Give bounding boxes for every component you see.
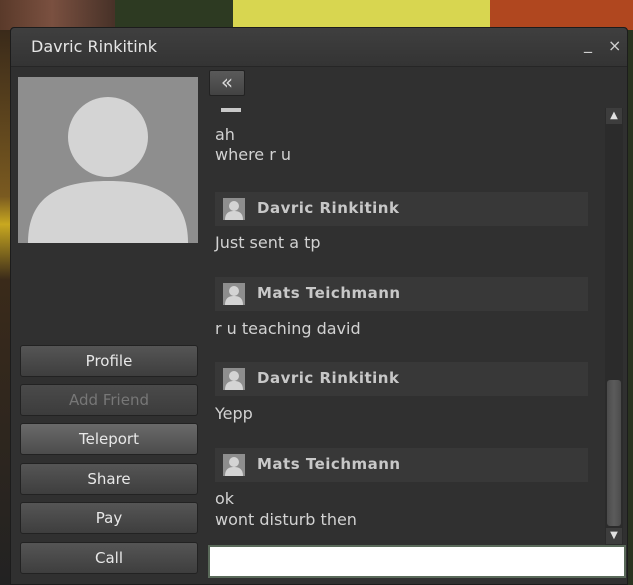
- person-icon: [223, 454, 245, 476]
- person-icon: [223, 283, 245, 305]
- title-bar[interactable]: Davric Rinkitink _ ×: [11, 28, 627, 67]
- chat-input[interactable]: [208, 545, 626, 578]
- background-scene-right: [628, 30, 633, 585]
- minimize-button[interactable]: _: [584, 34, 592, 53]
- close-button[interactable]: ×: [608, 36, 621, 55]
- chat-message-line: wont disturb then: [215, 510, 357, 529]
- chat-message-line: ok: [215, 489, 235, 508]
- chat-message-header: Mats Teichmann: [215, 277, 588, 311]
- person-icon: [223, 368, 245, 390]
- chat-message-line: where r u: [215, 145, 292, 164]
- share-button[interactable]: Share: [20, 463, 198, 495]
- chat-message-header: Davric Rinkitink: [215, 192, 588, 226]
- background-scene-part: [490, 0, 633, 30]
- add-friend-button[interactable]: Add Friend: [20, 384, 198, 416]
- chat-message-header: Mats Teichmann: [215, 448, 588, 482]
- collapse-sidebar-button[interactable]: «: [209, 70, 245, 96]
- im-window: Davric Rinkitink _ × Profile Add Friend …: [10, 27, 628, 585]
- background-scene-part: [0, 0, 130, 30]
- sender-name[interactable]: Mats Teichmann: [257, 284, 401, 302]
- window-title: Davric Rinkitink: [31, 37, 158, 56]
- avatar[interactable]: [18, 77, 198, 243]
- profile-button[interactable]: Profile: [20, 345, 198, 377]
- scroll-up-arrow-icon[interactable]: ▲: [606, 108, 622, 124]
- background-scene-part: [233, 0, 493, 30]
- sender-name[interactable]: Davric Rinkitink: [257, 369, 399, 387]
- background-scene-part: [115, 0, 235, 30]
- chat-scrollbar[interactable]: ▲ ▼: [605, 108, 623, 546]
- scroll-down-arrow-icon[interactable]: ▼: [606, 528, 622, 544]
- teleport-button[interactable]: Teleport: [20, 423, 198, 455]
- person-icon: [223, 198, 245, 220]
- chat-message-line: ah: [215, 125, 235, 144]
- call-button[interactable]: Call: [20, 542, 198, 574]
- pay-button[interactable]: Pay: [20, 502, 198, 534]
- sender-name[interactable]: Davric Rinkitink: [257, 199, 399, 217]
- avatar-icon-partial: [221, 108, 241, 112]
- scroll-thumb[interactable]: [607, 380, 621, 526]
- background-scene-left: [0, 30, 10, 585]
- sender-name[interactable]: Mats Teichmann: [257, 455, 401, 473]
- chat-message-line: Yepp: [215, 404, 253, 423]
- chat-message-line: r u teaching david: [215, 319, 361, 338]
- chat-message-line: Just sent a tp: [215, 233, 321, 252]
- chat-history[interactable]: ah where r u Davric Rinkitink Just sent …: [208, 108, 604, 546]
- background-scene: [0, 0, 633, 30]
- chat-message-header: Davric Rinkitink: [215, 362, 588, 396]
- default-avatar-icon: [18, 77, 198, 243]
